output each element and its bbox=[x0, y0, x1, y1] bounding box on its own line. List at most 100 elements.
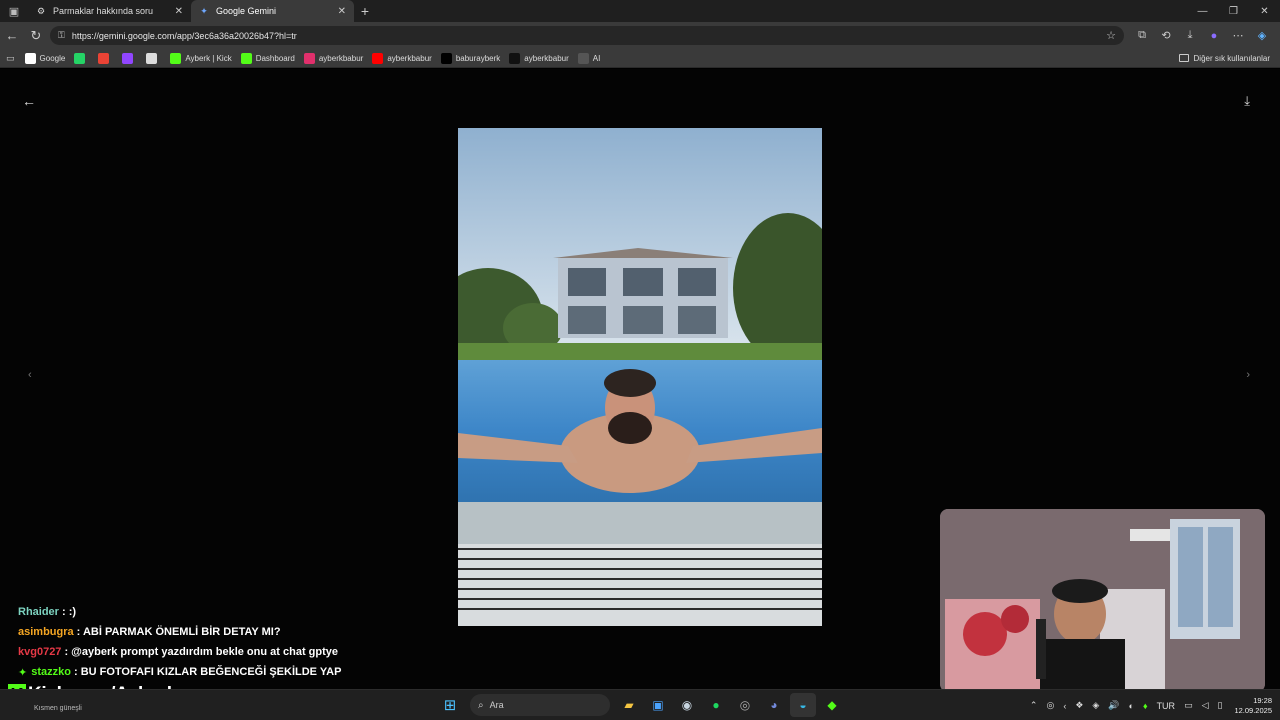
chat-message: kvg0727: @ayberk prompt yazdırdım bekle … bbox=[18, 642, 341, 662]
bookmark-item[interactable] bbox=[146, 52, 161, 64]
restore-icon[interactable]: ❐ bbox=[1218, 0, 1249, 22]
kick-app-icon[interactable]: ◆ bbox=[819, 693, 845, 717]
kick-icon bbox=[170, 52, 182, 64]
gear-icon: ⚙ bbox=[36, 5, 46, 16]
other-bookmarks-label: Diğer sık kullanılanlar bbox=[1193, 53, 1270, 63]
tiktok-icon bbox=[509, 52, 521, 64]
clock-date: 12.09.2025 bbox=[1234, 705, 1272, 715]
webcam-overlay bbox=[940, 509, 1265, 692]
windows-taskbar: Kısmen güneşli ⊞ ⌕ Ara ▰ ▣ ◉ ● ◎ ◕ ◒ ◆ ⌃… bbox=[0, 689, 1280, 720]
folder-icon bbox=[1178, 54, 1189, 62]
next-image-icon[interactable]: › bbox=[1246, 369, 1250, 381]
tray-app-icon[interactable]: ◎ bbox=[1046, 700, 1054, 711]
refresh-icon[interactable]: ↻ bbox=[24, 24, 48, 48]
speaker-icon[interactable]: ◁ bbox=[1202, 700, 1209, 711]
bookmark-item[interactable] bbox=[98, 52, 113, 64]
favorite-star-icon[interactable]: ☆ bbox=[1106, 29, 1116, 42]
bookmark-label: ayberkbabur bbox=[318, 53, 364, 63]
gmail-icon bbox=[98, 52, 110, 64]
history-icon[interactable]: ⟲ bbox=[1154, 29, 1178, 42]
chat-username[interactable]: asimbugra bbox=[18, 626, 74, 638]
taskbar-center: ⊞ ⌕ Ara ▰ ▣ ◉ ● ◎ ◕ ◒ ◆ bbox=[437, 693, 848, 717]
bookmark-item[interactable] bbox=[74, 52, 89, 64]
new-tab-button[interactable]: + bbox=[354, 0, 376, 22]
download-icon[interactable]: ⤓ bbox=[1178, 29, 1202, 42]
chat-username[interactable]: Rhaider bbox=[18, 606, 59, 618]
bookmarks-bar: ▭ Google Ayberk | Kick Dashboard ayberkbabu… bbox=[0, 49, 1280, 68]
x-icon bbox=[440, 52, 452, 64]
openai-icon bbox=[577, 52, 589, 64]
chat-text: : ABİ PARMAK ÖNEMLİ BİR DETAY MI? bbox=[76, 626, 281, 638]
url-field[interactable]: ⚿ https://gemini.google.com/app/3ec6a36a… bbox=[50, 26, 1124, 45]
chat-text: : @ayberk prompt yazdırdım bekle onu at … bbox=[64, 646, 338, 658]
sub-badge-icon: ✦ bbox=[18, 666, 28, 679]
close-icon[interactable]: ✕ bbox=[175, 6, 183, 17]
more-menu-icon[interactable]: ⋯ bbox=[1226, 29, 1250, 42]
close-window-icon[interactable]: ✕ bbox=[1249, 0, 1280, 22]
file-explorer-icon[interactable]: ▰ bbox=[616, 693, 642, 717]
close-icon[interactable]: ✕ bbox=[338, 6, 346, 17]
microphone-icon[interactable]: ♦ bbox=[1143, 701, 1148, 711]
whatsapp-icon bbox=[74, 52, 86, 64]
taskbar-search-field[interactable]: ⌕ Ara bbox=[470, 694, 610, 716]
chat-username[interactable]: stazzko bbox=[31, 666, 71, 678]
bookmark-list: Google Ayberk | Kick Dashboard ayberkbabur a… bbox=[24, 52, 610, 64]
tray-app-icon[interactable]: ‹ bbox=[1063, 701, 1066, 711]
network-icon[interactable]: ▭ bbox=[1184, 700, 1193, 711]
tray-app-icon[interactable]: ❖ bbox=[1075, 700, 1083, 711]
search-placeholder: Ara bbox=[489, 700, 504, 710]
language-indicator[interactable]: TUR bbox=[1157, 701, 1176, 711]
reading-list-icon[interactable]: ▭ bbox=[6, 53, 15, 64]
volume-icon[interactable]: 🔊 bbox=[1108, 700, 1119, 711]
chrome-icon[interactable]: ◎ bbox=[732, 693, 758, 717]
bookmark-item[interactable] bbox=[122, 52, 137, 64]
battery-icon[interactable]: ▯ bbox=[1218, 700, 1223, 711]
steam-icon[interactable]: ◉ bbox=[674, 693, 700, 717]
url-text: https://gemini.google.com/app/3ec6a36a20… bbox=[71, 30, 297, 41]
lock-icon: ⚿ bbox=[58, 30, 65, 40]
twitch-icon bbox=[122, 52, 134, 64]
bookmark-item[interactable]: Dashboard bbox=[240, 52, 295, 64]
edge-icon[interactable]: ◒ bbox=[790, 693, 816, 717]
youtube-icon bbox=[372, 52, 384, 64]
previous-image-icon[interactable]: ‹ bbox=[28, 369, 32, 381]
tab-google-gemini[interactable]: ✦ Google Gemini ✕ bbox=[191, 0, 354, 22]
windows-start-icon[interactable]: ⊞ bbox=[437, 693, 463, 717]
tab-label: Parmaklar hakkında soru bbox=[53, 6, 154, 16]
tab-actions-menu-icon[interactable]: ▣ bbox=[0, 0, 28, 22]
back-arrow-icon[interactable]: ← bbox=[22, 93, 36, 109]
gemini-icon: ✦ bbox=[200, 5, 208, 16]
extensions-icon[interactable]: ⧉ bbox=[1130, 29, 1154, 42]
bookmark-label: Ayberk | Kick bbox=[185, 53, 232, 63]
steam-tray-icon[interactable]: ◈ bbox=[1092, 700, 1099, 711]
bookmark-label: ayberkbabur bbox=[524, 53, 569, 63]
chevron-up-icon[interactable]: ⌃ bbox=[1030, 700, 1038, 711]
window-controls: — ❐ ✕ bbox=[1187, 0, 1280, 22]
bookmark-item[interactable]: baburayberk bbox=[440, 52, 500, 64]
minimize-icon[interactable]: — bbox=[1187, 0, 1218, 22]
diamond-icon bbox=[146, 52, 158, 64]
chat-message: ✦ stazzko: BU FOTOFAFI KIZLAR BEĞENCEĞİ Ş… bbox=[18, 662, 341, 682]
bookmark-item[interactable]: AI bbox=[577, 52, 600, 64]
store-icon[interactable]: ▣ bbox=[645, 693, 671, 717]
clock[interactable]: 19:28 12.09.2025 bbox=[1234, 696, 1272, 716]
bookmark-item[interactable]: Ayberk | Kick bbox=[170, 52, 232, 64]
download-image-icon[interactable]: ⤓ bbox=[1244, 93, 1250, 109]
other-bookmarks[interactable]: Diğer sık kullanılanlar bbox=[1178, 53, 1270, 63]
discord-icon[interactable]: ◕ bbox=[761, 693, 787, 717]
tab-parmaklar[interactable]: ⚙ Parmaklar hakkında soru ✕ bbox=[28, 0, 191, 22]
bookmark-item[interactable]: Google bbox=[24, 52, 65, 64]
profile-avatar-icon[interactable]: ● bbox=[1202, 29, 1226, 42]
stream-chat: Rhaider: :) asimbugra: ABİ PARMAK ÖNEMLİ … bbox=[18, 602, 341, 682]
bookmark-item[interactable]: ayberkbabur bbox=[303, 52, 364, 64]
toolbar-icons: ⧉ ⟲ ⤓ ● ⋯ ◈ bbox=[1130, 29, 1274, 42]
search-icon: ⌕ bbox=[478, 699, 484, 711]
pool-photo bbox=[458, 128, 822, 626]
bookmark-item[interactable]: ayberkbabur bbox=[372, 52, 432, 64]
tray-app-icon[interactable]: ◐ bbox=[1129, 701, 1134, 711]
spotify-icon[interactable]: ● bbox=[703, 693, 729, 717]
copilot-icon[interactable]: ◈ bbox=[1250, 29, 1274, 42]
chat-username[interactable]: kvg0727 bbox=[18, 646, 61, 658]
bookmark-item[interactable]: ayberkbabur bbox=[509, 52, 569, 64]
back-icon[interactable]: ← bbox=[0, 24, 24, 48]
